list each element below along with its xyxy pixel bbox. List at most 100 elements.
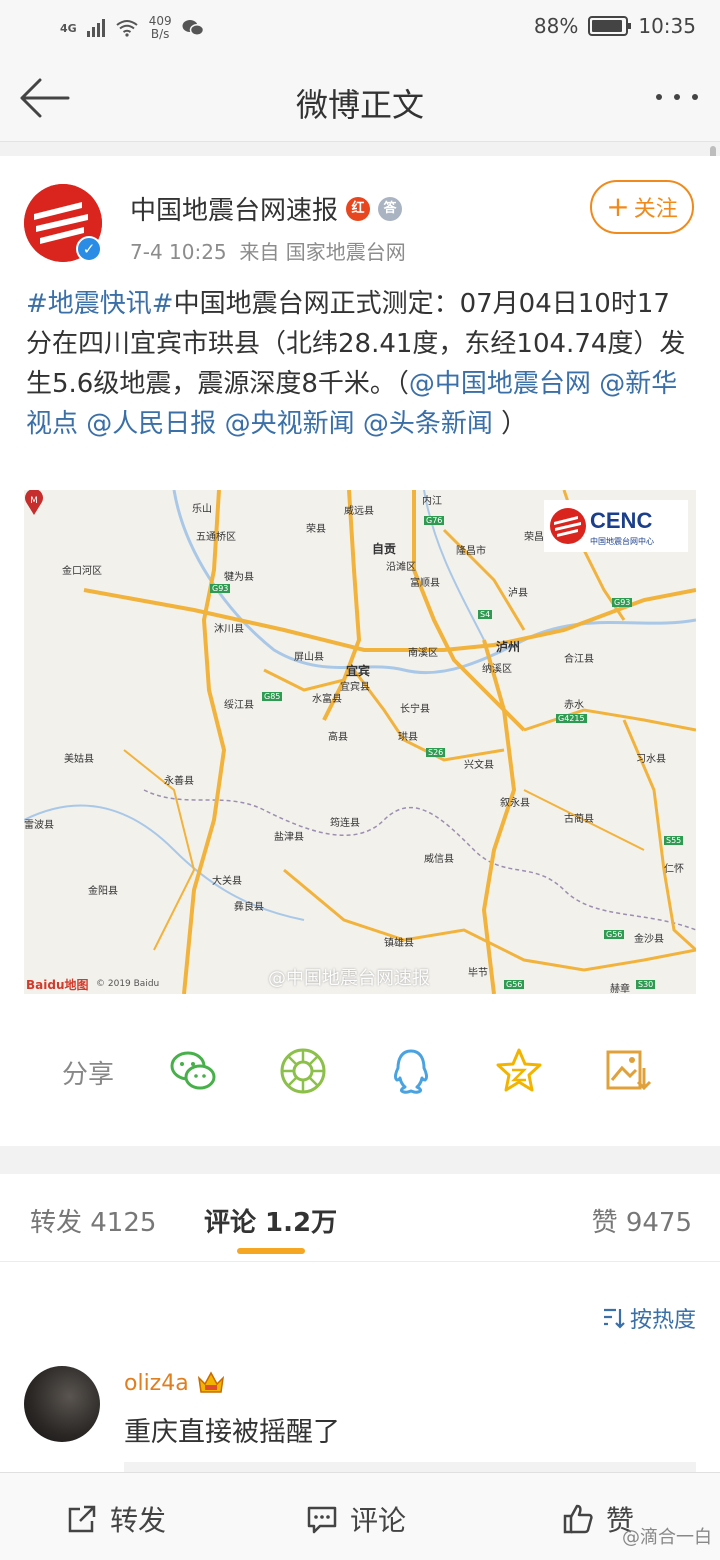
image-watermark: @中国地震台网速报 (268, 968, 430, 989)
map-label: 金口河区 (62, 566, 102, 577)
wifi-icon (116, 20, 138, 37)
map-label: 赤水 (564, 700, 584, 711)
thumbs-up-icon (563, 1504, 593, 1534)
signal-icon (86, 19, 105, 37)
repost-button[interactable]: 转发 (66, 1499, 166, 1539)
hashtag-link[interactable]: #地震快讯# (26, 289, 174, 319)
red-v-badge-icon: 红 (346, 196, 371, 221)
comment-icon (307, 1506, 337, 1534)
map-label: 纳溪区 (482, 664, 512, 675)
sort-icon (603, 1308, 625, 1329)
map-label: 威信县 (424, 854, 454, 865)
battery-percent: 88% (533, 14, 579, 38)
comment-button[interactable]: 评论 (306, 1499, 406, 1539)
qzone-icon[interactable] (494, 1046, 544, 1096)
follow-button[interactable]: + 关注 (590, 180, 694, 234)
mention-link[interactable]: @中国地震台网 (409, 369, 591, 399)
mention-link[interactable]: @头条新闻 (363, 409, 493, 439)
map-label: 赫章 (610, 984, 630, 994)
medal-badge-icon: 答 (378, 196, 403, 221)
highway-sign: G93 (210, 584, 231, 593)
author-name[interactable]: 中国地震台网速报 (130, 190, 338, 227)
map-label: 五通桥区 (196, 532, 236, 543)
tab-likes[interactable]: 赞 9475 (592, 1202, 692, 1239)
wechat-notification-icon (182, 20, 204, 36)
map-label: 兴文县 (464, 760, 494, 771)
map-label: 自贡 (372, 542, 397, 556)
post-time: 7-4 10:25 (130, 240, 227, 264)
comments-section: 按热度 oliz4a 重庆直接被摇醒了 (0, 1262, 720, 1474)
post-text: #地震快讯#中国地震台网正式测定：07月04日10时17分在四川宜宾市珙县（北纬… (26, 284, 694, 444)
map-label: 大关县 (212, 876, 242, 887)
map-label: 雷波县 (24, 820, 54, 831)
map-label: 隆昌市 (456, 546, 486, 557)
cenc-emblem-icon (550, 508, 586, 544)
highway-sign: G56 (504, 980, 525, 989)
map-label: 筠连县 (330, 818, 360, 829)
cenc-logo: CENC 中国地震台网中心 (544, 500, 688, 552)
map-label: 绥江县 (224, 700, 254, 711)
post-card: ✓ 中国地震台网速报 红 答 7-4 10:25 来自 国家地震台网 + 关注 #… (0, 156, 720, 1146)
map-label: 宜宾县 (340, 682, 370, 693)
map-roads (24, 490, 696, 994)
network-speed: 409 B/s (148, 14, 172, 41)
active-tab-indicator (237, 1248, 305, 1254)
map-label: 泸县 (508, 588, 528, 599)
author-line: 中国地震台网速报 红 答 (130, 190, 403, 227)
map-label: 泸州 (496, 640, 521, 654)
commenter-avatar[interactable] (24, 1366, 100, 1442)
comment-item: oliz4a (124, 1370, 225, 1396)
map-label: 古蔺县 (564, 814, 594, 825)
map-label: 仁怀 (664, 864, 684, 875)
tab-comments[interactable]: 评论 1.2万 (204, 1202, 337, 1239)
highway-sign: G76 (424, 516, 445, 525)
moments-icon[interactable] (278, 1046, 328, 1096)
navigation-bar: 微博正文 (0, 56, 720, 142)
map-label: 南溪区 (408, 648, 438, 659)
mention-link[interactable]: @央视新闻 (225, 409, 355, 439)
post-meta: 7-4 10:25 来自 国家地震台网 (130, 236, 406, 265)
map-label: 宜宾 (346, 664, 371, 678)
map-label: 沐川县 (214, 624, 244, 635)
map-label: 荣县 (306, 524, 326, 535)
map-label: 永善县 (164, 776, 194, 787)
map-label: 威远县 (344, 506, 374, 517)
map-label: 内江 (422, 496, 442, 507)
svg-text:M: M (30, 496, 38, 506)
map-label: 珙县 (398, 732, 418, 743)
map-label: 镇雄县 (384, 938, 414, 949)
sort-button[interactable]: 按热度 (602, 1302, 696, 1334)
highway-sign: S4 (478, 610, 493, 619)
tab-bar: 转发 4125 评论 1.2万 赞 9475 (0, 1174, 720, 1262)
comment-text: 重庆直接被摇醒了 (124, 1417, 340, 1448)
baidu-map-logo: Baidu地图 (26, 978, 89, 992)
highway-sign: G85 (262, 692, 283, 701)
battery-icon (588, 16, 632, 36)
network-type: 4G (60, 21, 77, 35)
qq-icon[interactable] (386, 1046, 436, 1096)
map-label: 沿滩区 (386, 562, 416, 573)
epicenter-marker-icon[interactable]: M (24, 490, 44, 516)
save-image-icon[interactable] (604, 1046, 654, 1096)
map-copyright: © 2019 Baidu (96, 979, 160, 989)
map-label: 毕节 (468, 968, 488, 979)
vip-crown-icon (197, 1371, 224, 1393)
map-label: 长宁县 (400, 704, 430, 715)
map-label: 金沙县 (634, 934, 664, 945)
earthquake-map-image[interactable]: 乐山 威远县 内江 荣县 五通桥区 自贡 隆昌市 荣昌 沿滩区 金口河区 犍为县… (24, 490, 696, 994)
highway-sign: S55 (664, 836, 684, 845)
share-label: 分享 (62, 1060, 115, 1090)
tab-repost[interactable]: 转发 4125 (30, 1202, 156, 1239)
map-label: 富顺县 (410, 578, 440, 589)
commenter-name[interactable]: oliz4a (124, 1371, 189, 1396)
map-label: 乐山 (192, 504, 212, 515)
post-source: 来自 国家地震台网 (239, 240, 406, 264)
more-options-icon[interactable] (656, 94, 698, 100)
highway-sign: S30 (636, 980, 656, 989)
wechat-icon[interactable] (168, 1046, 218, 1096)
highway-sign: G4215 (556, 714, 587, 723)
map-label: 高县 (328, 732, 348, 743)
mention-link[interactable]: @人民日报 (86, 409, 216, 439)
bottom-action-bar: 转发 评论 赞 @滴合一白 (0, 1472, 720, 1560)
map-label: 合江县 (564, 654, 594, 665)
